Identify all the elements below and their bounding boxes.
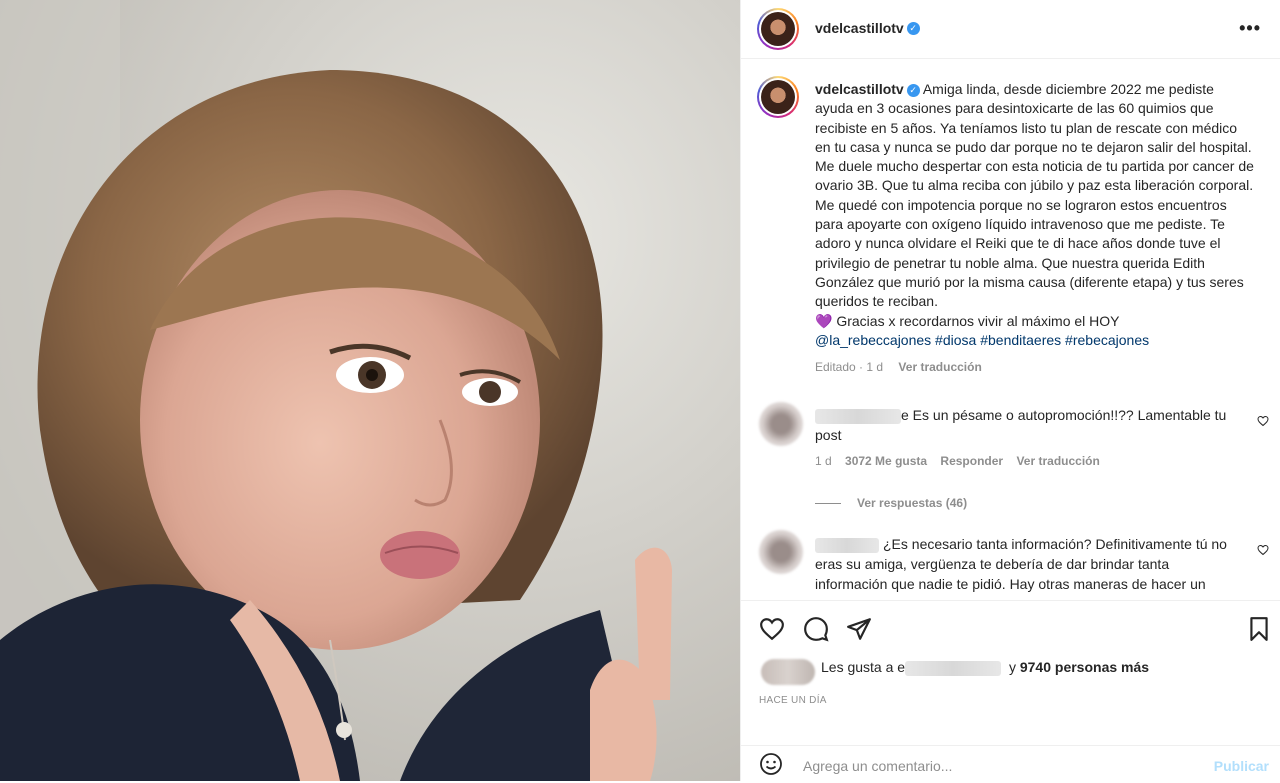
avatar[interactable]	[757, 8, 799, 50]
caption-text: Amiga linda, desde diciembre 2022 me ped…	[815, 81, 1254, 310]
comment-input[interactable]: Agrega un comentario...	[803, 758, 952, 774]
commenter-avatar[interactable]	[759, 402, 803, 446]
emoji-smiley-icon[interactable]	[759, 752, 783, 776]
view-replies-button[interactable]: Ver respuestas (46)	[815, 493, 1245, 513]
caption-hashtags[interactable]: @la_rebeccajones #diosa #benditaeres #re…	[815, 332, 1149, 348]
post-timestamp: HACE UN DÍA	[759, 695, 827, 706]
verified-icon: ✓	[906, 83, 920, 97]
like-heart-icon[interactable]	[759, 616, 785, 642]
caption-translate-link[interactable]: Ver traducción	[898, 360, 981, 374]
edited-label: Editado	[815, 360, 856, 375]
comment-bubble-icon[interactable]	[803, 616, 829, 642]
commenter-avatar[interactable]	[759, 530, 803, 574]
likes-others-count[interactable]: 9740 personas más	[1020, 659, 1149, 675]
share-paper-plane-icon[interactable]	[846, 616, 872, 642]
post-photo[interactable]	[0, 0, 740, 781]
likes-summary[interactable]: Les gusta a e y 9740 personas más	[761, 659, 1149, 685]
comment-likes[interactable]: 3072 Me gusta	[845, 454, 927, 468]
comment-age: 1 d	[815, 454, 832, 468]
post-caption: vdelcastillotv ✓ Amiga linda, desde dicie…	[815, 80, 1255, 377]
comments-list[interactable]: vdelcastillotv ✓ Amiga linda, desde dicie…	[741, 60, 1280, 600]
publish-button[interactable]: Publicar	[1214, 758, 1269, 774]
more-options-icon[interactable]: •••	[1239, 18, 1261, 39]
like-comment-icon[interactable]	[1257, 415, 1269, 427]
caption-closing: Gracias x recordarnos vivir al máximo el…	[836, 312, 1120, 329]
caption-meta: Editado · 1 d Ver traducción	[815, 360, 982, 375]
caption-username[interactable]: vdelcastillotv	[815, 81, 904, 97]
like-comment-icon[interactable]	[1257, 544, 1269, 556]
save-bookmark-icon[interactable]	[1246, 616, 1272, 642]
comment-body: e Es un pésame o autopromoción!!?? Lamen…	[815, 405, 1245, 513]
caption-avatar[interactable]	[757, 76, 799, 118]
comment-body: ¿Es necesario tanta información? Definit…	[815, 534, 1245, 594]
author-username[interactable]: vdelcastillotv	[815, 20, 904, 36]
post-header: vdelcastillotv ✓ •••	[741, 0, 1280, 59]
commenter-username-hidden[interactable]	[815, 408, 901, 424]
comment-composer: Agrega un comentario... Publicar	[741, 745, 1280, 783]
verified-icon: ✓	[906, 22, 920, 36]
liker-username-hidden[interactable]: e	[897, 659, 905, 675]
comment-translate-link[interactable]: Ver traducción	[1016, 454, 1099, 468]
post-actions: Les gusta a e y 9740 personas más HACE U…	[741, 600, 1280, 781]
likers-avatars	[761, 659, 815, 685]
purple-heart-emoji: 💜	[815, 312, 833, 329]
post-detail-panel: vdelcastillotv ✓ ••• vdelcastillotv ✓ Amig…	[740, 0, 1280, 781]
portrait-image	[0, 0, 740, 781]
caption-age: 1 d	[866, 360, 884, 375]
reply-button[interactable]: Responder	[940, 454, 1003, 468]
comment-meta: 1 d 3072 Me gusta Responder Ver traducci…	[815, 451, 1245, 471]
commenter-username-hidden[interactable]	[815, 537, 879, 553]
